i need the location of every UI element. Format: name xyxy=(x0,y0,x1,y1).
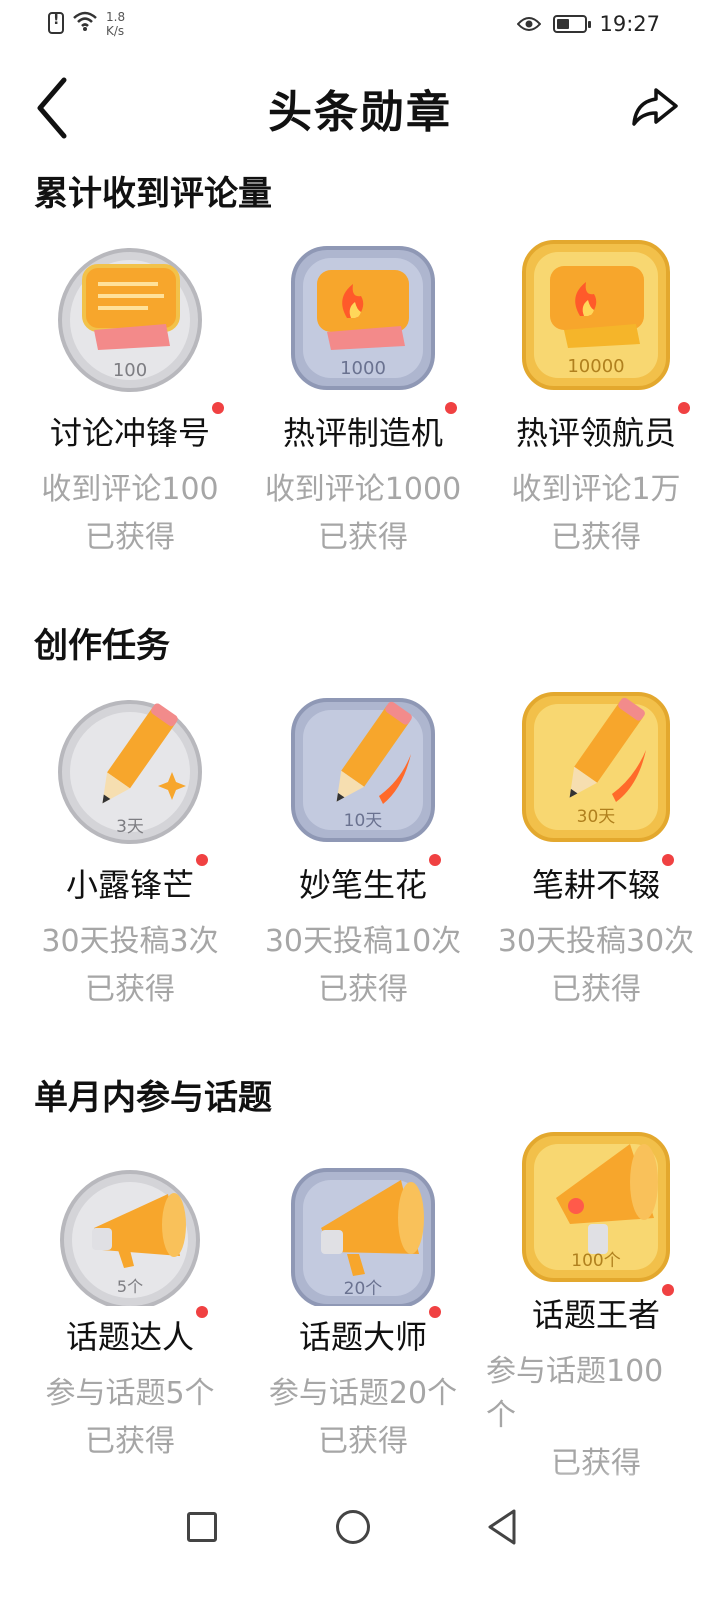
back-triangle-icon[interactable] xyxy=(486,1508,518,1546)
net-speed-unit: K/s xyxy=(106,24,125,38)
badge-item[interactable]: 1000 热评制造机 收到评论1000 已获得 xyxy=(251,232,475,556)
new-dot xyxy=(196,854,208,866)
badge-icon-label: 30天 xyxy=(577,807,616,827)
badge-name: 热评制造机 xyxy=(282,402,457,454)
badge-status: 已获得 xyxy=(85,520,175,555)
badge-desc-wrap: 个 xyxy=(486,1398,516,1433)
system-nav-bar xyxy=(0,1490,720,1600)
new-dot xyxy=(429,854,441,866)
badge-desc: 收到评论1000 xyxy=(264,472,462,507)
comment-scroll-icon: 100 xyxy=(18,232,242,402)
badge-icon-label: 100个 xyxy=(571,1251,620,1271)
badge-desc: 收到评论1万 xyxy=(511,472,681,507)
badge-icon-label: 20个 xyxy=(344,1279,383,1299)
megaphone-icon: 20个 xyxy=(251,1136,475,1308)
badge-desc: 参与话题5个 xyxy=(45,1376,215,1411)
badge-icon-label: 10000 xyxy=(567,356,624,377)
badge-status: 已获得 xyxy=(318,1424,408,1459)
section-title: 累计收到评论量 xyxy=(34,174,272,214)
badge-grid: 3天 小露锋芒 30天投稿3次 已获得 10天 妙笔生花 30天投稿10次 已获… xyxy=(18,684,708,1008)
badge-item[interactable]: 100 讨论冲锋号 收到评论100 已获得 xyxy=(18,232,242,556)
badge-name-text: 妙笔生花 xyxy=(298,866,427,904)
section-title: 单月内参与话题 xyxy=(34,1078,272,1118)
new-dot xyxy=(445,402,457,414)
badge-item[interactable]: 30天 笔耕不辍 30天投稿30次 已获得 xyxy=(484,684,708,1008)
share-icon xyxy=(632,88,678,126)
new-dot xyxy=(662,854,674,866)
share-button[interactable] xyxy=(626,78,682,134)
badge-icon-label: 10天 xyxy=(344,811,383,831)
badge-grid: 5个 话题达人 参与话题5个 已获得 20个 话题大师 参与话题20个 已获得 … xyxy=(18,1132,708,1482)
net-speed: 1.8 K/s xyxy=(106,10,125,38)
eye-icon xyxy=(517,17,542,31)
megaphone-icon: 100个 xyxy=(484,1114,708,1284)
home-icon[interactable] xyxy=(336,1510,370,1544)
badge-desc: 30天投稿10次 xyxy=(264,924,462,959)
net-speed-value: 1.8 xyxy=(106,10,126,24)
wifi-icon xyxy=(73,11,97,31)
page-title: 头条勋章 xyxy=(268,87,452,138)
badge-name-text: 话题王者 xyxy=(531,1296,660,1334)
badge-item[interactable]: 10000 热评领航员 收到评论1万 已获得 xyxy=(484,232,708,556)
badge-desc: 参与话题100 xyxy=(486,1354,664,1389)
new-dot xyxy=(212,402,224,414)
clock: 19:27 xyxy=(599,12,660,36)
badge-name: 热评领航员 xyxy=(515,402,690,454)
badge-status: 已获得 xyxy=(551,520,641,555)
badge-name-text: 讨论冲锋号 xyxy=(49,414,210,452)
status-right: 19:27 xyxy=(517,12,660,36)
new-dot xyxy=(678,402,690,414)
pencil-icon: 3天 xyxy=(18,684,242,854)
badge-icon-label: 100 xyxy=(113,360,147,381)
new-dot xyxy=(429,1306,441,1318)
badge-name: 妙笔生花 xyxy=(298,854,441,906)
badge-icon-label: 5个 xyxy=(117,1277,143,1296)
new-dot xyxy=(662,1284,674,1296)
badge-name-text: 笔耕不辍 xyxy=(531,866,660,904)
megaphone-icon: 5个 xyxy=(18,1136,242,1310)
badge-status: 已获得 xyxy=(85,972,175,1007)
badge-grid: 100 讨论冲锋号 收到评论100 已获得 1000 热评制造机 收到评论100… xyxy=(18,232,708,556)
fire-scroll-icon: 1000 xyxy=(251,232,475,402)
recent-apps-icon[interactable] xyxy=(187,1512,217,1542)
badge-icon-label: 3天 xyxy=(116,817,144,837)
pencil-icon: 10天 xyxy=(251,684,475,854)
badge-name: 话题王者 xyxy=(531,1284,674,1336)
badge-item[interactable]: 20个 话题大师 参与话题20个 已获得 xyxy=(251,1136,475,1482)
fire-scroll-icon: 10000 xyxy=(484,232,708,402)
pencil-icon: 30天 xyxy=(484,684,708,854)
badge-name: 话题大师 xyxy=(298,1306,441,1358)
battery-icon xyxy=(553,15,592,33)
badge-desc: 参与话题20个 xyxy=(268,1376,458,1411)
badge-item[interactable]: 5个 话题达人 参与话题5个 已获得 xyxy=(18,1136,242,1482)
badge-status: 已获得 xyxy=(551,972,641,1007)
badge-name: 讨论冲锋号 xyxy=(49,402,224,454)
badge-status: 已获得 xyxy=(318,972,408,1007)
header: 头条勋章 xyxy=(0,60,720,150)
badge-item[interactable]: 100个 话题王者 参与话题100 个 已获得 xyxy=(484,1114,708,1482)
badge-name-text: 热评制造机 xyxy=(282,414,443,452)
badge-status: 已获得 xyxy=(318,520,408,555)
status-left: 1.8 K/s xyxy=(48,10,125,38)
badge-name-text: 话题达人 xyxy=(65,1318,194,1356)
badge-name: 话题达人 xyxy=(65,1306,208,1358)
badge-desc: 30天投稿3次 xyxy=(41,924,219,959)
new-dot xyxy=(196,1306,208,1318)
alert-icon xyxy=(48,12,64,34)
badge-name-text: 小露锋芒 xyxy=(65,866,194,904)
badge-name-text: 话题大师 xyxy=(298,1318,427,1356)
badge-name-text: 热评领航员 xyxy=(515,414,676,452)
badge-status: 已获得 xyxy=(85,1424,175,1459)
status-bar: 1.8 K/s 19:27 xyxy=(0,0,720,48)
badge-item[interactable]: 3天 小露锋芒 30天投稿3次 已获得 xyxy=(18,684,242,1008)
badge-desc: 30天投稿30次 xyxy=(497,924,695,959)
badge-item[interactable]: 10天 妙笔生花 30天投稿10次 已获得 xyxy=(251,684,475,1008)
section-title: 创作任务 xyxy=(34,626,170,666)
badge-desc: 收到评论100 xyxy=(41,472,219,507)
scroll-fade xyxy=(0,1470,720,1492)
badge-name: 小露锋芒 xyxy=(65,854,208,906)
badge-name: 笔耕不辍 xyxy=(531,854,674,906)
badge-icon-label: 1000 xyxy=(340,358,386,379)
